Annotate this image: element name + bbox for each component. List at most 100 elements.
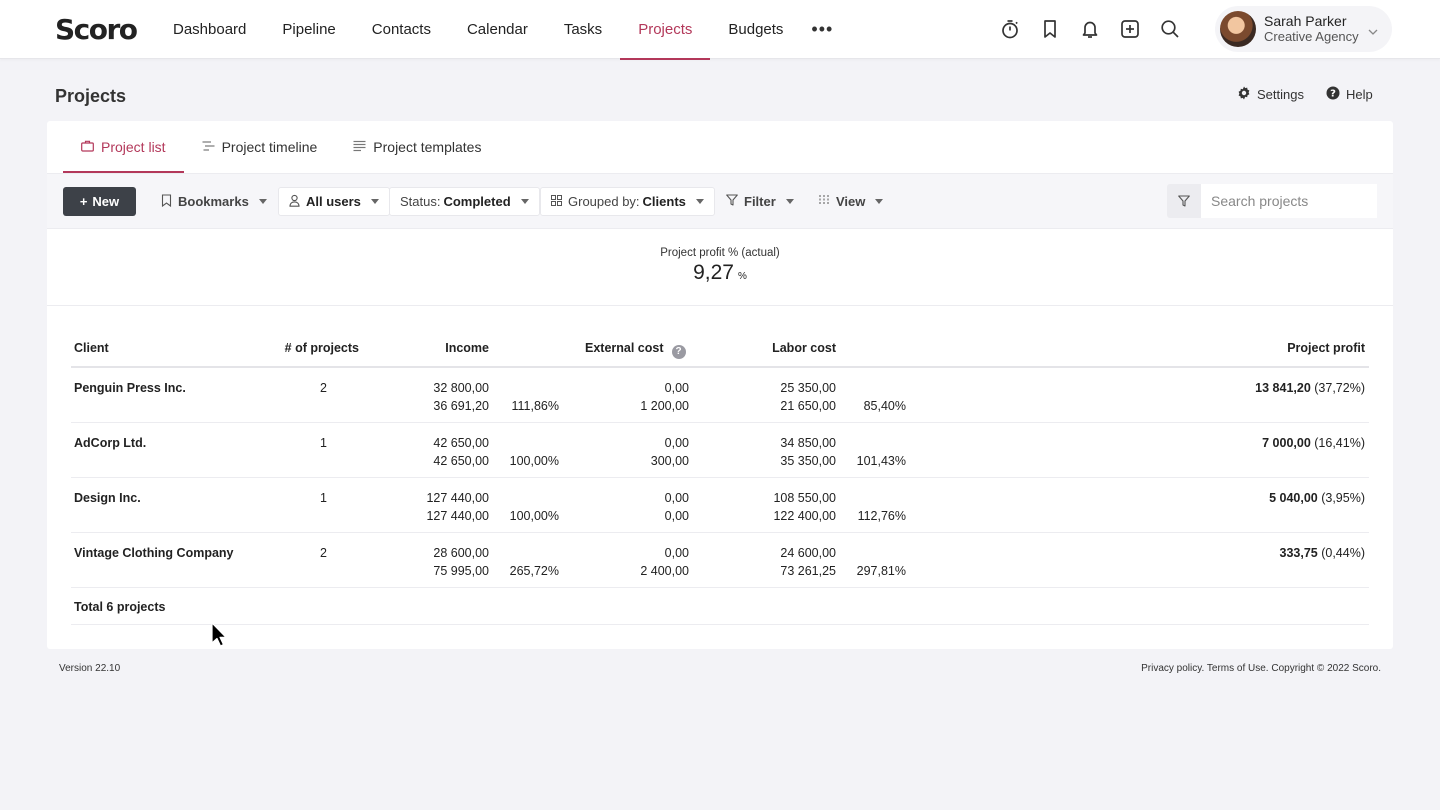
profit-value: 333,75 (1279, 546, 1318, 560)
columns-icon (818, 194, 830, 209)
timeline-icon (202, 139, 215, 155)
labor-percent: 297,81% (856, 564, 906, 578)
help-icon[interactable]: ? (671, 344, 686, 359)
new-project-button[interactable]: + New (63, 187, 136, 216)
header-client[interactable]: Client (74, 341, 109, 355)
briefcase-icon (81, 139, 94, 155)
labor-actual: 35 350,00 (780, 454, 836, 468)
status-prefix: Status: (400, 194, 441, 209)
profit-kpi: Project profit % (actual) 9,27% (47, 230, 1393, 306)
table-row[interactable]: Penguin Press Inc. 2 32 800,00 36 691,20 … (71, 368, 1369, 423)
labor-planned: 25 350,00 (780, 381, 836, 395)
project-profit: 5 040,00 (3,95%) (1165, 489, 1365, 507)
client-name[interactable]: Design Inc. (74, 489, 141, 507)
status-value: Completed (443, 194, 511, 209)
bookmark-icon (161, 193, 172, 210)
header-income[interactable]: Income (389, 341, 489, 355)
client-name[interactable]: AdCorp Ltd. (74, 434, 146, 452)
legal-links[interactable]: Privacy policy. Terms of Use. Copyright … (1141, 663, 1381, 674)
client-name[interactable]: Penguin Press Inc. (74, 379, 186, 397)
project-profit: 13 841,20 (37,72%) (1165, 379, 1365, 397)
income-values: 42 650,00 42 650,00 (389, 434, 489, 470)
external-cost-values: 0,00 2 400,00 (589, 544, 689, 580)
table-row[interactable]: Design Inc. 1 127 440,00 127 440,00 100,0… (71, 478, 1369, 533)
bell-icon[interactable] (1080, 17, 1100, 41)
header-projects[interactable]: # of projects (259, 341, 359, 355)
list-toolbar: + New Bookmarks All users Status: Comple… (47, 173, 1393, 229)
header-project-profit[interactable]: Project profit (1165, 341, 1365, 355)
external-planned: 0,00 (664, 491, 689, 505)
labor-actual: 73 261,25 (780, 564, 836, 578)
version-label: Version 22.10 (59, 663, 121, 674)
external-planned: 0,00 (664, 546, 689, 560)
tab-project-timeline[interactable]: Project timeline (184, 121, 336, 173)
income-planned: 127 440,00 (426, 491, 489, 505)
profit-percent: (3,95%) (1321, 491, 1365, 505)
nav-item-calendar[interactable]: Calendar (449, 0, 546, 59)
table-row[interactable]: Vintage Clothing Company 2 28 600,00 75 9… (71, 533, 1369, 588)
timer-icon[interactable] (1000, 17, 1020, 41)
labor-cost-values: 25 350,00 21 650,00 (736, 379, 836, 415)
scoro-logo[interactable]: Scoro (55, 13, 138, 46)
status-filter-dropdown[interactable]: Status: Completed (389, 187, 540, 216)
income-percent: 265,72% (509, 564, 559, 578)
caret-down-icon (520, 199, 529, 204)
view-dropdown[interactable]: View (808, 187, 893, 216)
user-name: Sarah Parker (1264, 13, 1347, 29)
tab-project-templates[interactable]: Project templates (335, 121, 499, 173)
kpi-value-wrap: 9,27% (47, 261, 1393, 285)
table-header: Client # of projects Income External cos… (71, 328, 1369, 368)
nav-item-projects[interactable]: Projects (620, 0, 711, 60)
avatar (1220, 11, 1256, 47)
nav-item-pipeline[interactable]: Pipeline (264, 0, 353, 59)
settings-link[interactable]: Settings (1237, 86, 1304, 103)
nav-item-budgets[interactable]: Budgets (710, 0, 801, 59)
user-menu[interactable]: Sarah Parker Creative Agency (1215, 6, 1392, 52)
external-cost-values: 0,00 0,00 (589, 489, 689, 525)
filter-icon (726, 194, 738, 209)
bookmarks-dropdown[interactable]: Bookmarks (151, 187, 277, 216)
nav-item-dashboard[interactable]: Dashboard (155, 0, 264, 59)
nav-item-contacts[interactable]: Contacts (354, 0, 449, 59)
search-icon[interactable] (1160, 17, 1180, 41)
tab-project-list[interactable]: Project list (63, 121, 184, 173)
income-actual: 36 691,20 (433, 399, 489, 413)
filter-dropdown[interactable]: Filter (716, 187, 804, 216)
filter-icon[interactable] (1167, 184, 1201, 218)
new-label: New (92, 194, 120, 209)
income-percent: 100,00% (509, 454, 559, 468)
user-info: Sarah Parker Creative Agency (1264, 13, 1359, 45)
income-percent: 100,00% (509, 509, 559, 523)
table-row[interactable]: AdCorp Ltd. 1 42 650,00 42 650,00 100,00%… (71, 423, 1369, 478)
labor-cost-values: 24 600,00 73 261,25 (736, 544, 836, 580)
grouped-by-dropdown[interactable]: Grouped by: Clients (540, 187, 715, 216)
filter-label: Filter (744, 194, 776, 209)
labor-percent: 112,76% (857, 509, 906, 523)
profit-value: 7 000,00 (1262, 436, 1311, 450)
users-filter-dropdown[interactable]: All users (278, 187, 390, 216)
help-link[interactable]: ? Help (1326, 86, 1373, 103)
caret-down-icon (258, 199, 267, 204)
mouse-cursor-icon (211, 622, 227, 653)
page-title: Projects (55, 86, 127, 106)
search-projects-input[interactable] (1201, 184, 1377, 218)
external-cost-label: External cost (585, 341, 664, 355)
nav-item-tasks[interactable]: Tasks (546, 0, 620, 59)
top-navigation-bar: Scoro Dashboard Pipeline Contacts Calend… (0, 0, 1440, 60)
income-planned: 42 650,00 (433, 436, 489, 450)
labor-actual: 122 400,00 (773, 509, 836, 523)
client-name[interactable]: Vintage Clothing Company (74, 544, 234, 562)
header-external-cost[interactable]: External cost? (585, 341, 686, 359)
more-menu-icon[interactable]: ••• (801, 0, 843, 59)
labor-percent: 85,40% (863, 399, 906, 413)
caret-down-icon (785, 199, 794, 204)
plus-square-icon[interactable] (1120, 17, 1140, 41)
help-label: Help (1345, 87, 1373, 102)
income-values: 28 600,00 75 995,00 (389, 544, 489, 580)
tab-label: Project timeline (221, 139, 318, 155)
external-actual: 2 400,00 (640, 564, 689, 578)
bookmark-icon[interactable] (1040, 17, 1060, 41)
profit-percent: (37,72%) (1314, 381, 1365, 395)
income-percent: 111,86% (511, 399, 560, 413)
header-labor-cost[interactable]: Labor cost (736, 341, 836, 355)
